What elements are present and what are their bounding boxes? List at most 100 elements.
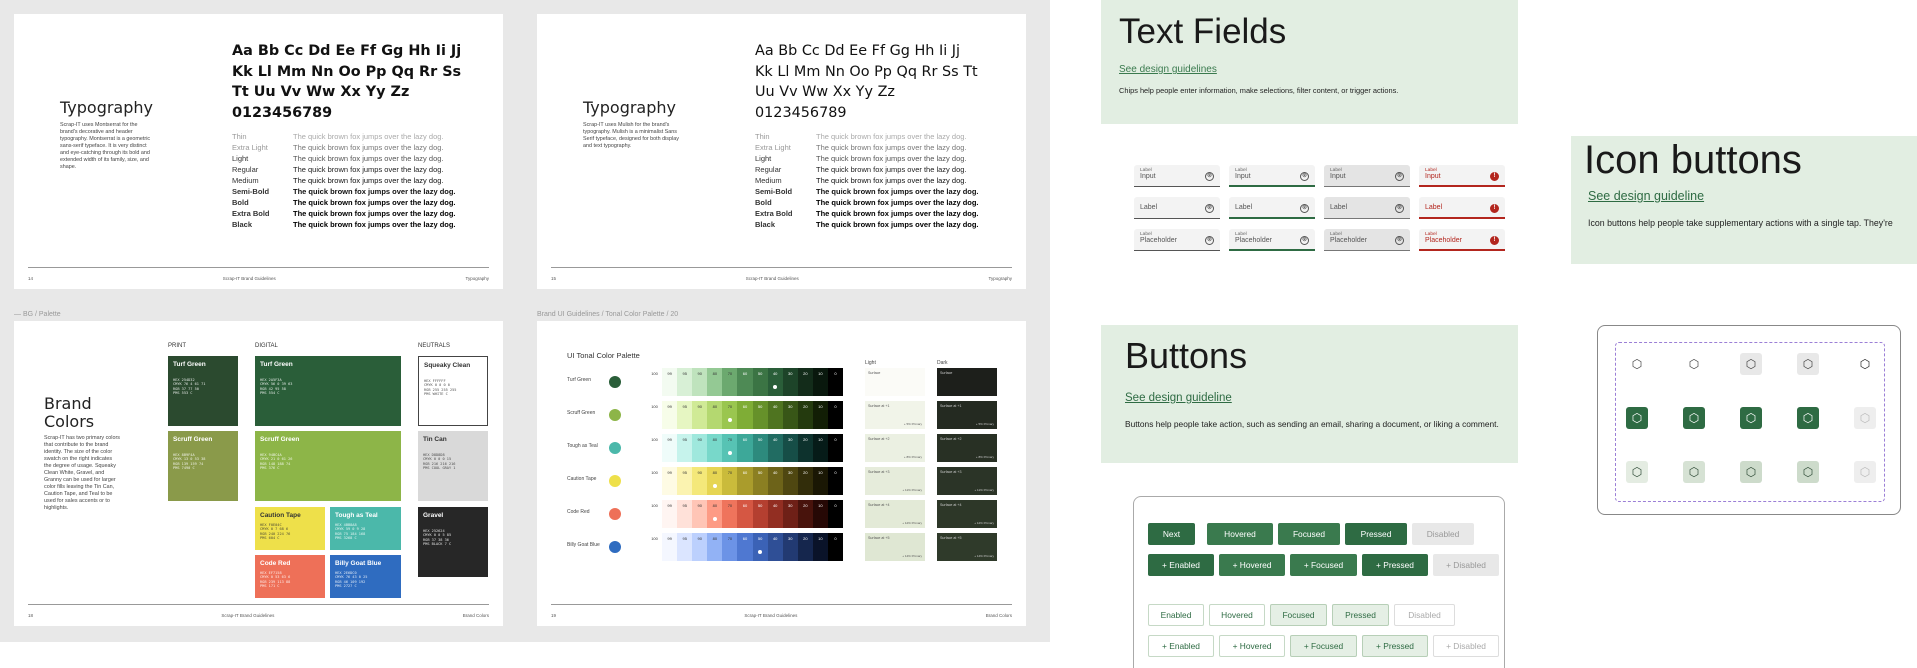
text-field-value: Input bbox=[1235, 173, 1251, 180]
tone-cell: 0 bbox=[827, 434, 844, 462]
typography-page-a[interactable]: Typography Scrap-IT uses Montserrat for … bbox=[14, 14, 503, 289]
button-hovered[interactable]: Hovered bbox=[1209, 604, 1265, 626]
weight-row: Thin The quick brown fox jumps over the l… bbox=[232, 131, 494, 142]
page-intro: Scrap-IT uses Mulish for the brand's typ… bbox=[583, 122, 679, 149]
tone-step: 0 bbox=[834, 536, 837, 541]
button-enabled[interactable]: + Enabled bbox=[1148, 635, 1214, 657]
design-guideline-link[interactable]: See design guideline bbox=[1588, 189, 1704, 203]
button-enabled[interactable]: Enabled bbox=[1148, 604, 1204, 626]
typography-page-b[interactable]: Typography Scrap-IT uses Mulish for the … bbox=[537, 14, 1026, 289]
icon-button[interactable]: ⬡ bbox=[1740, 407, 1762, 429]
text-field[interactable]: Label Input ⊗ bbox=[1229, 165, 1315, 187]
tone-cell: 95 bbox=[677, 500, 693, 528]
dark-surface: Surface bbox=[937, 368, 997, 396]
dark-surface: Surface at +5 + 14% Primary bbox=[937, 533, 997, 561]
text-field[interactable]: Label ⊗ bbox=[1229, 197, 1315, 219]
clear-icon[interactable]: ⊗ bbox=[1300, 172, 1309, 181]
text-field[interactable]: Label ⊗ bbox=[1324, 197, 1410, 219]
clear-icon[interactable]: ⊗ bbox=[1300, 204, 1309, 213]
icon-button[interactable]: ⬡ bbox=[1683, 353, 1705, 375]
tone-step: 30 bbox=[788, 437, 793, 442]
text-field[interactable]: Label ⊗ bbox=[1134, 197, 1220, 219]
clear-icon[interactable]: ⊗ bbox=[1205, 204, 1214, 213]
brand-colors-page[interactable]: Brand Colors Scrap-IT has two primary co… bbox=[14, 321, 503, 626]
weight-name: Regular bbox=[232, 165, 259, 174]
button-hovered[interactable]: + Hovered bbox=[1219, 554, 1285, 576]
text-field[interactable]: Label Input ⊗ bbox=[1324, 165, 1410, 187]
swatch-name: Caution Tape bbox=[260, 512, 301, 519]
button-focused[interactable]: Focused bbox=[1270, 604, 1327, 626]
clear-icon[interactable]: ⊗ bbox=[1205, 236, 1214, 245]
tone-cell: 10 bbox=[812, 533, 828, 561]
button-next[interactable]: Next bbox=[1148, 523, 1195, 545]
page-intro: Scrap-IT uses Montserrat for the brand's… bbox=[60, 122, 151, 170]
light-surface: Surface bbox=[865, 368, 925, 396]
icon-button[interactable]: ⬡ bbox=[1626, 353, 1648, 375]
clear-icon[interactable]: ⊗ bbox=[1395, 172, 1404, 181]
clear-icon[interactable]: ⊗ bbox=[1395, 204, 1404, 213]
icon-button[interactable]: ⬡ bbox=[1626, 407, 1648, 429]
icon-button[interactable]: ⬡ bbox=[1740, 461, 1762, 483]
error-icon: ! bbox=[1490, 172, 1499, 181]
footer-brand: Scrap-IT Brand Guidelines bbox=[745, 276, 799, 281]
button-enabled[interactable]: + Enabled bbox=[1148, 554, 1214, 576]
design-guideline-link[interactable]: See design guideline bbox=[1125, 392, 1232, 404]
weight-name: Semi-Bold bbox=[755, 187, 793, 196]
tone-step: 0 bbox=[834, 404, 837, 409]
tone-step: 20 bbox=[803, 503, 808, 508]
icon-button[interactable]: ⬡ bbox=[1683, 407, 1705, 429]
text-field[interactable]: Label Placeholder! bbox=[1419, 229, 1505, 251]
clear-icon[interactable]: ⊗ bbox=[1205, 172, 1214, 181]
text-field[interactable]: Label Input! bbox=[1419, 165, 1505, 187]
weight-row: Semi-Bold The quick brown fox jumps over … bbox=[232, 186, 494, 197]
button-pressed[interactable]: Pressed bbox=[1332, 604, 1389, 626]
weight-name: Semi-Bold bbox=[232, 187, 270, 196]
light-surface: Surface at +1 + 5% Primary bbox=[865, 401, 925, 429]
swatch-codes: HEX 94BC4A CMYK 21 0 61 26 RGB 148 188 7… bbox=[260, 453, 293, 471]
text-field[interactable]: Label Placeholder ⊗ bbox=[1134, 229, 1220, 251]
weight-name: Extra Bold bbox=[232, 209, 270, 218]
icon-button[interactable]: ⬡ bbox=[1797, 461, 1819, 483]
icon-button[interactable]: ⬡ bbox=[1683, 461, 1705, 483]
page-intro: Scrap-IT has two primary colors that con… bbox=[44, 435, 120, 511]
tone-cell: 40 bbox=[767, 467, 783, 495]
icon-button[interactable]: ⬡ bbox=[1797, 353, 1819, 375]
tone-step: 40 bbox=[772, 371, 778, 376]
design-guidelines-link[interactable]: See design guidelines bbox=[1119, 64, 1217, 75]
tone-cell: 90 bbox=[692, 467, 708, 495]
tone-cell: 40 bbox=[767, 533, 783, 561]
tonal-palette-page[interactable]: UI Tonal Color Palette Light Dark Turf G… bbox=[537, 321, 1026, 626]
button-pressed[interactable]: + Pressed bbox=[1362, 635, 1428, 657]
tone-row-label: Billy Goat Blue bbox=[567, 542, 600, 548]
clear-icon[interactable]: ⊗ bbox=[1300, 236, 1309, 245]
swatch-codes: HEX EF7158 CMYK 0 53 63 6 RGB 239 113 88… bbox=[260, 571, 291, 589]
icon-button[interactable]: ⬡ bbox=[1626, 461, 1648, 483]
swatch-code-red: Code Red HEX EF7158 CMYK 0 53 63 6 RGB 2… bbox=[255, 555, 325, 598]
button-hovered[interactable]: Hovered bbox=[1207, 523, 1273, 545]
button-disabled: + Disabled bbox=[1433, 554, 1499, 576]
button-hovered[interactable]: + Hovered bbox=[1219, 635, 1285, 657]
clear-icon[interactable]: ⊗ bbox=[1395, 236, 1404, 245]
weight-sample: The quick brown fox jumps over the lazy … bbox=[816, 165, 967, 174]
text-field[interactable]: Label! bbox=[1419, 197, 1505, 219]
tone-cell: 0 bbox=[827, 368, 844, 396]
icon-button[interactable]: ⬡ bbox=[1854, 353, 1876, 375]
tone-cell: 30 bbox=[782, 467, 798, 495]
weight-list: Thin The quick brown fox jumps over the l… bbox=[755, 131, 1017, 230]
text-field[interactable]: Label Input ⊗ bbox=[1134, 165, 1220, 187]
button-focused[interactable]: Focused bbox=[1278, 523, 1340, 545]
button-pressed[interactable]: Pressed bbox=[1345, 523, 1407, 545]
text-field[interactable]: Label Placeholder ⊗ bbox=[1229, 229, 1315, 251]
icon-button[interactable]: ⬡ bbox=[1797, 407, 1819, 429]
button-focused[interactable]: + Focused bbox=[1290, 635, 1357, 657]
tone-cell: 50 bbox=[752, 434, 768, 462]
icon-button[interactable]: ⬡ bbox=[1740, 353, 1762, 375]
settings-icon: ⬡ bbox=[1688, 357, 1700, 371]
button-pressed[interactable]: + Pressed bbox=[1362, 554, 1428, 576]
text-field[interactable]: Label Placeholder ⊗ bbox=[1324, 229, 1410, 251]
tone-step: 70 bbox=[727, 503, 733, 508]
page-number: 18 bbox=[28, 613, 34, 618]
button-focused[interactable]: + Focused bbox=[1290, 554, 1357, 576]
tone-step: 20 bbox=[803, 437, 808, 442]
tone-step: 40 bbox=[772, 470, 778, 475]
